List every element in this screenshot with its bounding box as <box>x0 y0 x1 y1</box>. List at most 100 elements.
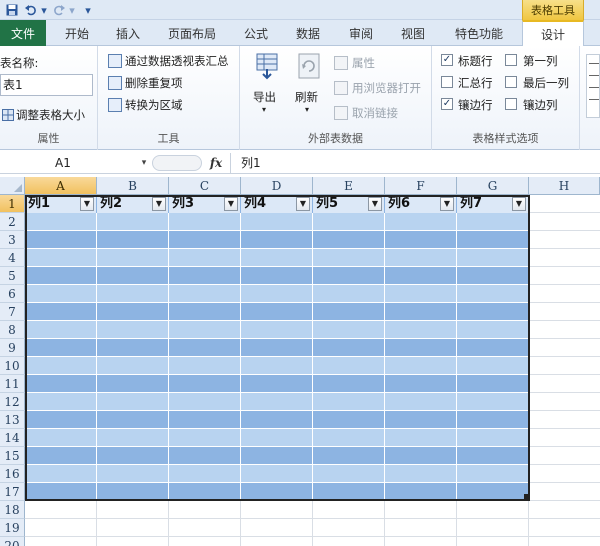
row-header-4[interactable]: 4 <box>0 249 25 267</box>
refresh-dropdown-icon[interactable]: ▾ <box>305 105 309 114</box>
name-box[interactable]: A1 <box>0 153 150 173</box>
resize-table-button[interactable]: 调整表格大小 <box>16 107 85 123</box>
first-column-checkbox[interactable] <box>505 54 517 66</box>
table-body-row[interactable] <box>25 357 529 375</box>
row-header-13[interactable]: 13 <box>0 411 25 429</box>
unlink-button[interactable]: 取消链接 <box>352 105 398 121</box>
tab-design[interactable]: 设计 <box>522 20 584 47</box>
tab-home[interactable]: 开始 <box>52 20 102 46</box>
row-header-12[interactable]: 12 <box>0 393 25 411</box>
table-body-row[interactable] <box>25 321 529 339</box>
row-header-20[interactable]: 20 <box>0 537 25 546</box>
row-header-17[interactable]: 17 <box>0 483 25 501</box>
row-header-3[interactable]: 3 <box>0 231 25 249</box>
row-header-18[interactable]: 18 <box>0 501 25 519</box>
column-header-a[interactable]: A <box>25 177 97 195</box>
table-header-cell[interactable]: 列3 ▼ <box>169 195 241 213</box>
filter-dropdown-icon[interactable]: ▼ <box>296 197 310 211</box>
tab-data[interactable]: 数据 <box>284 20 332 46</box>
worksheet-grid[interactable]: ABCDEFGH 1 2 3 4 5 6 7 8 9 10 11 12 13 14 15 16 17 18 19 20… <box>0 177 600 546</box>
customize-quick-access-icon[interactable]: ▾ <box>82 2 94 18</box>
table-header-cell[interactable]: 列2 ▼ <box>97 195 169 213</box>
table-body-row[interactable] <box>25 213 529 231</box>
last-column-checkbox[interactable] <box>505 76 517 88</box>
summarize-with-pivot-button[interactable]: 通过数据透视表汇总 <box>125 53 229 69</box>
table-header-cell[interactable]: 列4 ▼ <box>241 195 313 213</box>
table-header-cell[interactable]: 列6 ▼ <box>385 195 457 213</box>
table-body-row[interactable] <box>25 303 529 321</box>
banded-columns-checkbox[interactable] <box>505 98 517 110</box>
header-row-checkbox[interactable]: ✓ <box>441 54 453 66</box>
row-header-7[interactable]: 7 <box>0 303 25 321</box>
row-header-14[interactable]: 14 <box>0 429 25 447</box>
tab-special-features[interactable]: 特色功能 <box>442 20 516 46</box>
tab-file[interactable]: 文件 <box>0 20 46 46</box>
row-header-6[interactable]: 6 <box>0 285 25 303</box>
row-header-10[interactable]: 10 <box>0 357 25 375</box>
table-body-row[interactable] <box>25 249 529 267</box>
filter-dropdown-icon[interactable]: ▼ <box>440 197 454 211</box>
row-header-11[interactable]: 11 <box>0 375 25 393</box>
formula-input[interactable]: 列1 <box>230 153 600 173</box>
formula-bar-splitter[interactable] <box>152 155 202 171</box>
column-header-b[interactable]: B <box>97 177 169 195</box>
tab-view[interactable]: 视图 <box>390 20 436 46</box>
tab-insert[interactable]: 插入 <box>104 20 152 46</box>
table-body-row[interactable] <box>25 429 529 447</box>
refresh-button[interactable]: 刷新 <box>295 89 318 105</box>
table-header-cell[interactable]: 列1 ▼ <box>25 195 97 213</box>
tab-review[interactable]: 审阅 <box>338 20 384 46</box>
row-header-5[interactable]: 5 <box>0 267 25 285</box>
table-properties-button[interactable]: 属性 <box>352 55 375 71</box>
tab-page-layout[interactable]: 页面布局 <box>156 20 228 46</box>
undo-dropdown-icon[interactable]: ▾ <box>40 2 48 18</box>
table-name-input[interactable]: 表1 <box>0 74 93 96</box>
filter-dropdown-icon[interactable]: ▼ <box>80 197 94 211</box>
open-in-browser-button[interactable]: 用浏览器打开 <box>352 80 421 96</box>
remove-duplicates-button[interactable]: 删除重复项 <box>125 75 183 91</box>
name-box-dropdown-icon[interactable]: ▾ <box>138 153 150 173</box>
total-row-checkbox[interactable] <box>441 76 453 88</box>
export-button[interactable]: 导出 <box>253 89 276 105</box>
column-header-h[interactable]: H <box>529 177 600 195</box>
table-body-row[interactable] <box>25 393 529 411</box>
table-body-row[interactable] <box>25 267 529 285</box>
table-header-cell[interactable]: 列5 ▼ <box>313 195 385 213</box>
export-dropdown-icon[interactable]: ▾ <box>262 105 266 114</box>
table-body-row[interactable] <box>25 411 529 429</box>
table-body-row[interactable] <box>25 465 529 483</box>
tab-formulas[interactable]: 公式 <box>234 20 278 46</box>
insert-function-icon[interactable]: fx <box>206 153 226 173</box>
table-body-row[interactable] <box>25 339 529 357</box>
row-header-15[interactable]: 15 <box>0 447 25 465</box>
row-header-1[interactable]: 1 <box>0 195 25 213</box>
row-header-2[interactable]: 2 <box>0 213 25 231</box>
table-header-cell[interactable]: 列7 ▼ <box>457 195 529 213</box>
column-header-g[interactable]: G <box>457 177 529 195</box>
column-header-f[interactable]: F <box>385 177 457 195</box>
column-header-d[interactable]: D <box>241 177 313 195</box>
table-body-row[interactable] <box>25 231 529 249</box>
filter-dropdown-icon[interactable]: ▼ <box>368 197 382 211</box>
save-icon[interactable] <box>4 2 20 18</box>
table-styles-gallery[interactable] <box>586 54 600 118</box>
banded-rows-checkbox[interactable]: ✓ <box>441 98 453 110</box>
convert-to-range-button[interactable]: 转换为区域 <box>125 97 183 113</box>
redo-icon[interactable] <box>52 2 66 18</box>
column-header-c[interactable]: C <box>169 177 241 195</box>
table-resize-handle[interactable] <box>524 494 530 500</box>
table-body-row[interactable] <box>25 285 529 303</box>
row-header-16[interactable]: 16 <box>0 465 25 483</box>
filter-dropdown-icon[interactable]: ▼ <box>512 197 526 211</box>
table-body-row[interactable] <box>25 447 529 465</box>
row-header-19[interactable]: 19 <box>0 519 25 537</box>
filter-dropdown-icon[interactable]: ▼ <box>224 197 238 211</box>
row-header-8[interactable]: 8 <box>0 321 25 339</box>
select-all-button[interactable] <box>0 177 25 195</box>
redo-dropdown-icon[interactable]: ▾ <box>68 2 76 18</box>
row-header-9[interactable]: 9 <box>0 339 25 357</box>
undo-icon[interactable] <box>24 2 38 18</box>
table-body-row[interactable] <box>25 375 529 393</box>
table-body-row[interactable] <box>25 483 529 501</box>
column-header-e[interactable]: E <box>313 177 385 195</box>
